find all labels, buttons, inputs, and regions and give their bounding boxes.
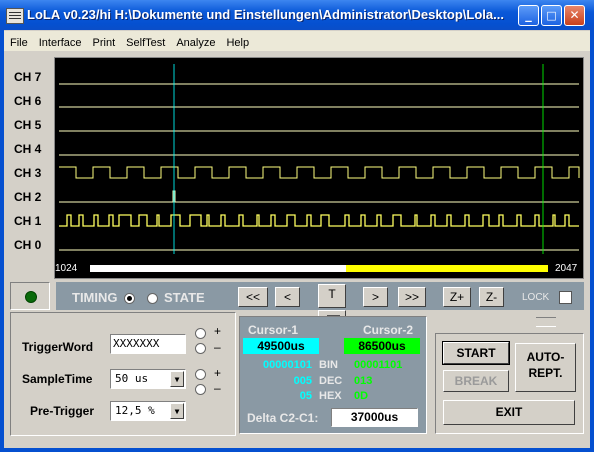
channel-trace [59,166,580,179]
sampletime-plus-label: + [214,366,222,380]
menu-interface[interactable]: Interface [33,33,87,49]
sampletime-minus-label: – [214,381,221,395]
trigger-minus-radio[interactable] [195,343,206,354]
auto-repeat-button[interactable]: AUTO- REPT. [515,343,576,392]
channel-label-3: CH 3 [14,166,42,180]
chevron-down-icon[interactable]: ▼ [170,371,184,387]
trigger-plus-radio[interactable] [195,328,206,339]
cursor2-dec: 013 [354,375,373,387]
lock-label: LOCK [522,292,550,303]
trigger-t-button[interactable]: T [318,284,346,308]
chevron-down-icon[interactable]: ▼ [170,403,184,419]
delta-label: Delta C2-C1: [247,411,319,425]
hex-label: HEX [319,390,342,402]
state-radio[interactable] [147,293,158,304]
trigger-word-label: TriggerWord [22,340,94,354]
menu-print[interactable]: Print [87,33,121,49]
auto-repeat-label-line2: REPT. [528,366,563,380]
menu-file[interactable]: File [4,33,33,49]
pretrigger-value: 12,5 % [115,404,155,417]
action-separator-grip [536,317,556,327]
nav-next-button[interactable]: > [363,287,388,307]
lock-checkbox[interactable] [559,291,572,304]
zoom-out-button[interactable]: Z- [479,287,504,307]
channel-label-0: CH 0 [14,238,42,252]
timeline-scroll-thumb[interactable] [346,265,548,272]
app-window: LoLA v0.23/hi H:\Dokumente und Einstellu… [0,0,594,452]
channel-label-6: CH 6 [14,94,42,108]
nav-prev-button[interactable]: < [275,287,300,307]
break-button[interactable]: BREAK [443,370,509,392]
menu-analyze[interactable]: Analyze [170,33,220,49]
range-end-label: 2047 [555,263,578,274]
channel-trace [59,190,579,203]
sampletime-label: SampleTime [22,372,93,386]
nav-first-button[interactable]: << [238,287,268,307]
window-title: LoLA v0.23/hi H:\Dokumente und Einstellu… [27,7,504,22]
cursor1-label: Cursor-1 [248,323,299,337]
waveform-display[interactable] [54,57,584,279]
sampletime-minus-radio[interactable] [195,384,206,395]
start-button[interactable]: START [442,341,510,365]
timing-label: TIMING [72,290,118,305]
timing-radio[interactable] [124,293,135,304]
cursor1-dec: 005 [293,375,312,387]
minimize-button[interactable]: _ [518,5,539,26]
cursor1-value: 49500us [243,338,319,354]
channel-label-7: CH 7 [14,70,42,84]
cursor2-hex: 0D [354,390,369,402]
channel-label-4: CH 4 [14,142,42,156]
close-button[interactable]: ✕ [564,5,585,26]
sampletime-select[interactable]: 50 us ▼ [110,369,186,389]
menu-bar: File Interface Print SelfTest Analyze Help [4,31,590,51]
cursor2-bin: 00001101 [354,359,403,371]
window-frame-right [590,30,594,452]
channel-trace [59,214,579,227]
sampletime-value: 50 us [115,372,149,385]
channel-label-5: CH 5 [14,118,42,132]
delta-value: 37000us [331,408,418,427]
channel-label-2: CH 2 [14,190,42,204]
menu-selftest[interactable]: SelfTest [120,33,170,49]
bin-label: BIN [319,359,338,371]
range-start-label: 1024 [55,263,78,274]
nav-last-button[interactable]: >> [398,287,426,307]
cursor2-value: 86500us [344,338,420,354]
cursor2-label: Cursor-2 [363,323,414,337]
cursor1-bin: 00000101 [263,359,312,371]
state-label: STATE [164,290,205,305]
zoom-in-button[interactable]: Z+ [443,287,471,307]
app-icon [6,8,24,24]
window-frame-bottom [0,448,594,452]
dec-label: DEC [319,375,343,387]
pretrigger-label: Pre-Trigger [30,404,95,418]
maximize-button[interactable]: □ [541,5,562,26]
window-frame-left [0,30,4,452]
timeline-scrollbar[interactable] [90,265,548,272]
trigger-word-input[interactable]: XXXXXXX [110,334,186,354]
waveform-canvas [59,64,580,254]
channel-label-1: CH 1 [14,214,42,228]
menu-help[interactable]: Help [220,33,254,49]
pretrigger-select[interactable]: 12,5 % ▼ [110,401,186,421]
status-led-icon [25,291,37,303]
cursor1-hex: 05 [299,390,312,402]
title-bar[interactable]: LoLA v0.23/hi H:\Dokumente und Einstellu… [0,0,594,30]
exit-button[interactable]: EXIT [443,400,575,425]
trigger-plus-label: + [214,324,222,338]
trigger-minus-label: – [214,340,221,354]
auto-repeat-label-line1: AUTO- [526,350,565,364]
sampletime-plus-radio[interactable] [195,369,206,380]
